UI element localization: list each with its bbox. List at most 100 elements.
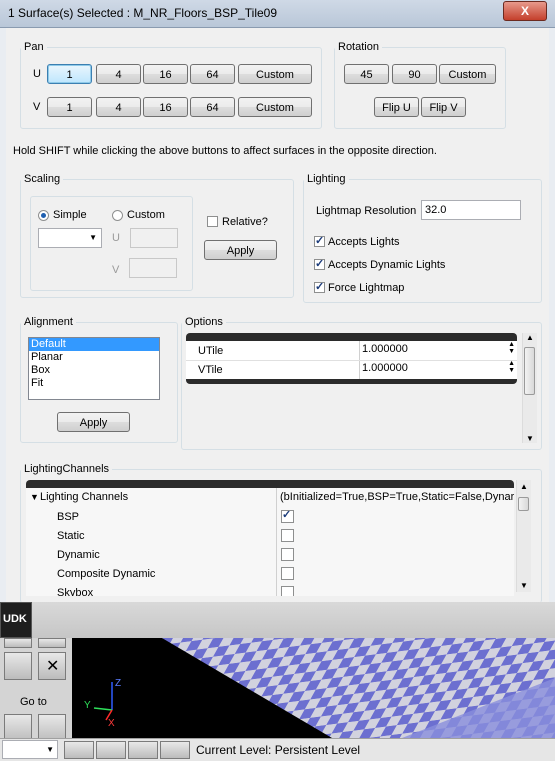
pan-v-custom-button[interactable]: Custom: [238, 97, 312, 117]
utile-spinner-icon[interactable]: ▲ ▼: [508, 341, 515, 355]
channel-static-checkbox[interactable]: [281, 529, 294, 542]
scale-v-field[interactable]: [129, 258, 177, 278]
status-tool-4[interactable]: [160, 741, 190, 759]
utile-value[interactable]: 1.000000: [362, 343, 408, 355]
channel-static-label: Static: [57, 530, 85, 542]
editor-logo[interactable]: UDK: [0, 602, 32, 638]
channels-scroll-thumb[interactable]: [518, 497, 529, 511]
accepts-lights-checkbox[interactable]: [314, 234, 325, 247]
vtile-value[interactable]: 1.000000: [362, 362, 408, 374]
channels-grid: ▼ Lighting Channels (bInitialized=True,B…: [26, 488, 514, 596]
pan-v-64-button[interactable]: 64: [190, 97, 235, 117]
channels-root-row[interactable]: ▼ Lighting Channels (bInitialized=True,B…: [26, 488, 514, 507]
channels-scroll-down-icon[interactable]: ▼: [520, 581, 528, 590]
options-scrollbar[interactable]: ▲ ▼: [522, 333, 537, 443]
pan-u-custom-button[interactable]: Custom: [238, 64, 312, 84]
channel-dynamic-label: Dynamic: [57, 549, 100, 561]
lightmap-resolution-field[interactable]: 32.0: [421, 200, 521, 220]
alignment-legend: Alignment: [24, 316, 73, 328]
tool-button-2[interactable]: [38, 638, 66, 648]
accepts-dynamic-lights-label: Accepts Dynamic Lights: [328, 259, 446, 271]
alignment-apply-button[interactable]: Apply: [57, 412, 130, 432]
channels-scrollbar[interactable]: ▲ ▼: [516, 480, 531, 592]
list-item-box[interactable]: Box: [29, 364, 159, 377]
channel-dynamic-checkbox[interactable]: [281, 548, 294, 561]
scaling-apply-button[interactable]: Apply: [204, 240, 277, 260]
options-grid: UTile 1.000000 VTile 1.000000 ▲ ▼ ▲ ▼: [186, 341, 517, 379]
channel-composite-dynamic-checkbox[interactable]: [281, 567, 294, 580]
options-row-divider: [186, 360, 517, 361]
chevron-down-icon: ▼: [89, 233, 97, 242]
pan-v-label: V: [33, 101, 41, 113]
list-item-default[interactable]: Default: [29, 338, 159, 351]
pan-v-1-button[interactable]: 1: [47, 97, 92, 117]
axis-y-label: Y: [84, 700, 91, 711]
pan-u-1-button[interactable]: 1: [47, 64, 92, 84]
channel-skybox-checkbox[interactable]: [281, 586, 294, 596]
status-tool-3[interactable]: [128, 741, 158, 759]
channels-root-value: (bInitialized=True,BSP=True,Static=False…: [280, 491, 514, 503]
status-tool-1[interactable]: [64, 741, 94, 759]
relative-label: Relative?: [222, 216, 268, 228]
pan-v-4-button[interactable]: 4: [96, 97, 141, 117]
list-item-fit[interactable]: Fit: [29, 377, 159, 390]
lighting-legend: Lighting: [307, 173, 346, 185]
pan-u-label: U: [33, 68, 41, 80]
relative-checkbox[interactable]: [207, 216, 218, 227]
list-item-planar[interactable]: Planar: [29, 351, 159, 364]
options-legend: Options: [185, 316, 223, 328]
collapse-triangle-icon[interactable]: ▼: [30, 488, 39, 507]
lightmap-resolution-label: Lightmap Resolution: [316, 205, 417, 217]
go-to-label: Go to: [20, 696, 47, 708]
accepts-dynamic-lights-checkbox[interactable]: [314, 257, 325, 270]
pan-v-16-button[interactable]: 16: [143, 97, 188, 117]
scroll-up-icon[interactable]: ▲: [526, 333, 534, 342]
channel-bsp-checkbox[interactable]: [281, 508, 294, 523]
editor-tab-strip: [32, 602, 555, 638]
channels-header-bar: [26, 480, 514, 488]
tool-panel: ✕ Go to: [0, 638, 72, 742]
rotation-group: Rotation: [334, 41, 506, 129]
scale-v-label: V: [112, 264, 120, 276]
pan-u-64-button[interactable]: 64: [190, 64, 235, 84]
scale-u-label: U: [112, 232, 120, 244]
alignment-list[interactable]: Default Planar Box Fit: [28, 337, 160, 400]
tool-button-1[interactable]: [4, 638, 32, 648]
level-chevron-down-icon: ▼: [46, 745, 54, 754]
simple-radio[interactable]: [38, 210, 49, 221]
3d-viewport[interactable]: Z Y X: [72, 638, 555, 738]
pan-u-4-button[interactable]: 4: [96, 64, 141, 84]
rotate-90-button[interactable]: 90: [392, 64, 437, 84]
vtile-spinner-icon[interactable]: ▲ ▼: [508, 360, 515, 374]
close-button[interactable]: X: [503, 1, 547, 21]
force-lightmap-checkbox[interactable]: [314, 280, 325, 293]
editor-background: UDK ✕ Go to Z Y X: [0, 602, 555, 760]
custom-radio[interactable]: [112, 210, 123, 221]
vtile-label: VTile: [198, 364, 223, 376]
scale-u-field[interactable]: [130, 228, 178, 248]
udk-logo-icon: UDK: [3, 613, 27, 625]
tool-button-3[interactable]: [4, 652, 32, 680]
scale-dropdown[interactable]: ▼: [38, 228, 102, 248]
level-dropdown[interactable]: ▼: [2, 740, 58, 759]
tool-button-4[interactable]: ✕: [38, 652, 66, 680]
cross-tool-icon: ✕: [46, 658, 60, 675]
pan-u-16-button[interactable]: 16: [143, 64, 188, 84]
force-lightmap-label: Force Lightmap: [328, 282, 405, 294]
status-tool-2[interactable]: [96, 741, 126, 759]
current-level-text: Current Level: Persistent Level: [196, 743, 361, 757]
channel-bsp-label: BSP: [57, 511, 80, 523]
scroll-thumb[interactable]: [524, 347, 535, 395]
rotate-custom-button[interactable]: Custom: [439, 64, 496, 84]
title-bar: 1 Surface(s) Selected : M_NR_Floors_BSP_…: [0, 0, 555, 28]
accepts-lights-label: Accepts Lights: [328, 236, 400, 248]
channels-scroll-up-icon[interactable]: ▲: [520, 482, 528, 491]
surface-properties-panel: Pan U 1 4 16 64 Custom V 1 4 16 64 Custo…: [6, 28, 549, 603]
flip-v-button[interactable]: Flip V: [421, 97, 466, 117]
flip-u-button[interactable]: Flip U: [374, 97, 419, 117]
axis-x-label: X: [108, 718, 115, 729]
rotate-45-button[interactable]: 45: [344, 64, 389, 84]
axis-z-label: Z: [115, 678, 122, 689]
scaling-legend: Scaling: [24, 173, 61, 185]
scroll-down-icon[interactable]: ▼: [526, 434, 534, 443]
